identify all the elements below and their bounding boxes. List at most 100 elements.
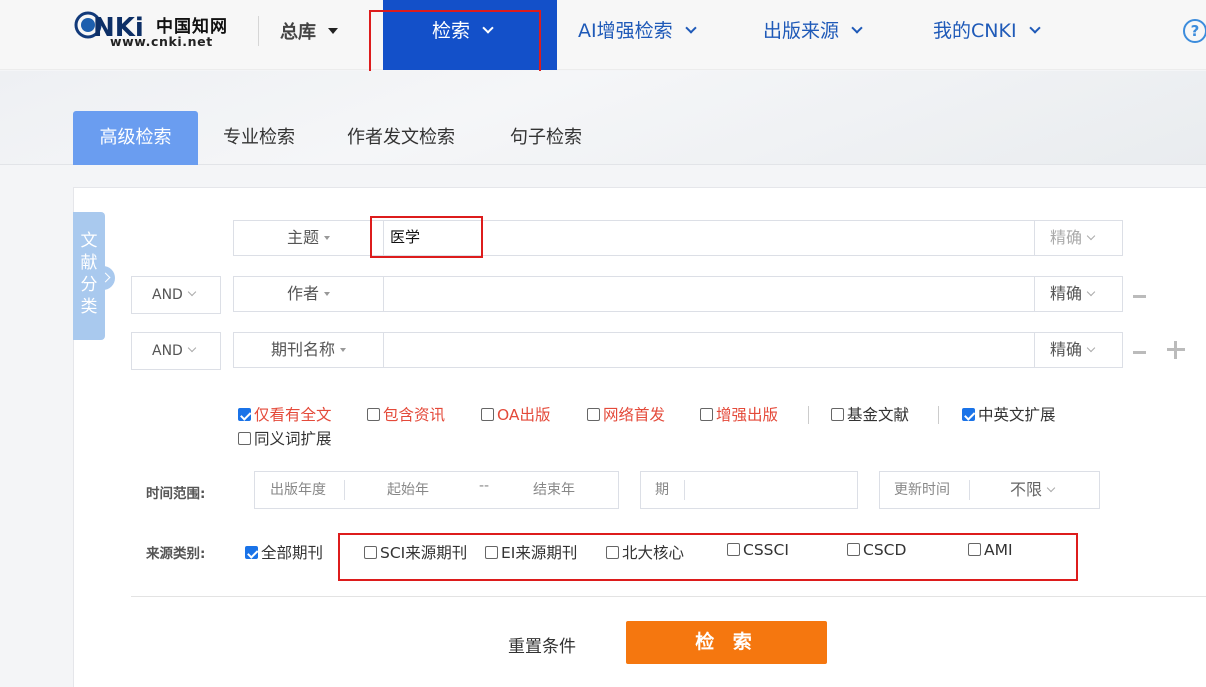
- option-synonym-extend[interactable]: 同义词扩展: [238, 427, 332, 449]
- chevron-down-icon: [1028, 22, 1041, 34]
- match-mode-select-1[interactable]: 精确: [1034, 221, 1122, 255]
- triangle-down-icon: [324, 292, 330, 296]
- cnki-logo[interactable]: NKi 中国知网 www.cnki.net: [74, 8, 234, 52]
- logo-url-text: www.cnki.net: [110, 34, 213, 49]
- source-label: 全部期刊: [261, 544, 324, 562]
- source-all-journals[interactable]: 全部期刊: [245, 541, 323, 563]
- chevron-down-icon: [1046, 483, 1056, 493]
- help-icon[interactable]: ?: [1183, 19, 1206, 43]
- option-cn-en-extend[interactable]: 中英文扩展: [962, 403, 1056, 425]
- field-separator: [344, 480, 345, 500]
- update-time-value-text: 不限: [1010, 480, 1043, 499]
- chevron-down-icon: [1086, 343, 1096, 353]
- issue-label: 期: [655, 482, 669, 498]
- option-oa[interactable]: OA出版: [481, 403, 551, 425]
- field-separator: [684, 480, 685, 500]
- chevron-down-icon: [851, 22, 863, 34]
- option-divider: [938, 406, 939, 424]
- update-time-box[interactable]: 更新时间 不限: [879, 471, 1100, 509]
- tab-author-search[interactable]: 作者发文检索: [347, 111, 455, 165]
- range-dash: --: [479, 478, 490, 494]
- option-include-news[interactable]: 包含资讯: [367, 403, 445, 425]
- search-row-1: 主题 精确: [233, 220, 1123, 256]
- field-label: 主题: [286, 228, 319, 247]
- source-label: SCI来源期刊: [380, 544, 468, 562]
- nav-my-cnki-label: 我的CNKI: [933, 20, 1017, 42]
- source-ei[interactable]: EI来源期刊: [485, 541, 577, 563]
- search-input-3[interactable]: [386, 333, 1032, 367]
- source-label: 北大核心: [622, 544, 685, 562]
- pub-year-label: 出版年度: [270, 482, 326, 498]
- tab-sentence-search[interactable]: 句子检索: [510, 111, 582, 165]
- field-select-1[interactable]: 主题: [234, 221, 384, 255]
- tab-professional-search[interactable]: 专业检索: [223, 111, 295, 165]
- search-input-1[interactable]: [386, 221, 1032, 255]
- chevron-down-icon: [187, 343, 197, 353]
- library-label: 总库: [280, 22, 316, 43]
- source-sci[interactable]: SCI来源期刊: [364, 541, 467, 563]
- remove-row-icon[interactable]: [1133, 351, 1146, 354]
- start-year-input[interactable]: 起始年: [387, 472, 429, 508]
- year-range-box: 出版年度 起始年 -- 结束年: [254, 471, 619, 509]
- source-ami[interactable]: AMI: [968, 541, 1013, 559]
- option-label: 中英文扩展: [978, 406, 1056, 424]
- checkbox-icon: [831, 408, 844, 421]
- chevron-down-icon: [482, 22, 494, 34]
- checkbox-icon: [238, 432, 251, 445]
- nav-search-label: 检索: [432, 20, 471, 42]
- checkbox-icon: [847, 543, 860, 556]
- logic-label: AND: [152, 287, 183, 303]
- field-select-3[interactable]: 期刊名称: [234, 333, 384, 367]
- nav-publication-source[interactable]: 出版来源: [763, 0, 863, 70]
- option-enhanced[interactable]: 增强出版: [700, 403, 778, 425]
- tab-advanced-search[interactable]: 高级检索: [73, 111, 198, 165]
- field-label: 作者: [286, 284, 319, 303]
- chevron-down-icon: [1086, 287, 1096, 297]
- option-label: 基金文献: [847, 406, 910, 424]
- checkbox-icon: [364, 546, 377, 559]
- source-cscd[interactable]: CSCD: [847, 541, 906, 559]
- checkbox-icon: [485, 546, 498, 559]
- triangle-down-icon: [324, 236, 330, 240]
- end-year-input[interactable]: 结束年: [533, 472, 575, 508]
- chevron-down-icon: [1086, 231, 1096, 241]
- option-label: 同义词扩展: [254, 430, 332, 448]
- add-row-icon[interactable]: [1167, 341, 1185, 359]
- checkbox-icon: [727, 543, 740, 556]
- field-label: 期刊名称: [270, 340, 335, 359]
- match-mode-select-3[interactable]: 精确: [1034, 333, 1122, 367]
- field-select-2[interactable]: 作者: [234, 277, 384, 311]
- library-dropdown[interactable]: 总库: [280, 18, 338, 44]
- doc-class-char: 文: [80, 231, 98, 251]
- top-navigation-bar: NKi 中国知网 www.cnki.net 总库 检索 AI增强检索 出版来源 …: [0, 0, 1206, 70]
- match-mode-label: 精确: [1050, 340, 1083, 359]
- logic-select-3[interactable]: AND: [131, 332, 221, 370]
- update-time-label: 更新时间: [894, 482, 950, 498]
- source-pku-core[interactable]: 北大核心: [606, 541, 684, 563]
- match-mode-select-2[interactable]: 精确: [1034, 277, 1122, 311]
- search-input-2[interactable]: [386, 277, 1032, 311]
- triangle-down-icon: [340, 348, 346, 352]
- search-row-2: 作者 精确: [233, 276, 1123, 312]
- caret-down-icon: [328, 28, 338, 34]
- logic-select-2[interactable]: AND: [131, 276, 221, 314]
- nav-search[interactable]: 检索: [383, 0, 557, 70]
- source-label: CSCD: [863, 541, 907, 559]
- option-fund[interactable]: 基金文献: [831, 403, 909, 425]
- reset-conditions-button[interactable]: 重置条件: [508, 632, 576, 657]
- search-button[interactable]: 检 索: [626, 621, 827, 664]
- nav-my-cnki[interactable]: 我的CNKI: [933, 0, 1041, 70]
- issue-box[interactable]: 期: [640, 471, 858, 509]
- checkbox-checked-icon: [245, 546, 258, 559]
- option-online-first[interactable]: 网络首发: [587, 403, 665, 425]
- option-label: 包含资讯: [383, 406, 446, 424]
- option-full-text[interactable]: 仅看有全文: [238, 403, 332, 425]
- source-cssci[interactable]: CSSCI: [727, 541, 789, 559]
- source-label: CSSCI: [743, 541, 789, 559]
- section-divider: [131, 596, 1206, 597]
- nav-ai-search[interactable]: AI增强检索: [578, 0, 697, 70]
- source-label: AMI: [984, 541, 1013, 559]
- remove-row-icon[interactable]: [1133, 295, 1146, 298]
- chevron-down-icon: [187, 287, 197, 297]
- option-label: 网络首发: [603, 406, 666, 424]
